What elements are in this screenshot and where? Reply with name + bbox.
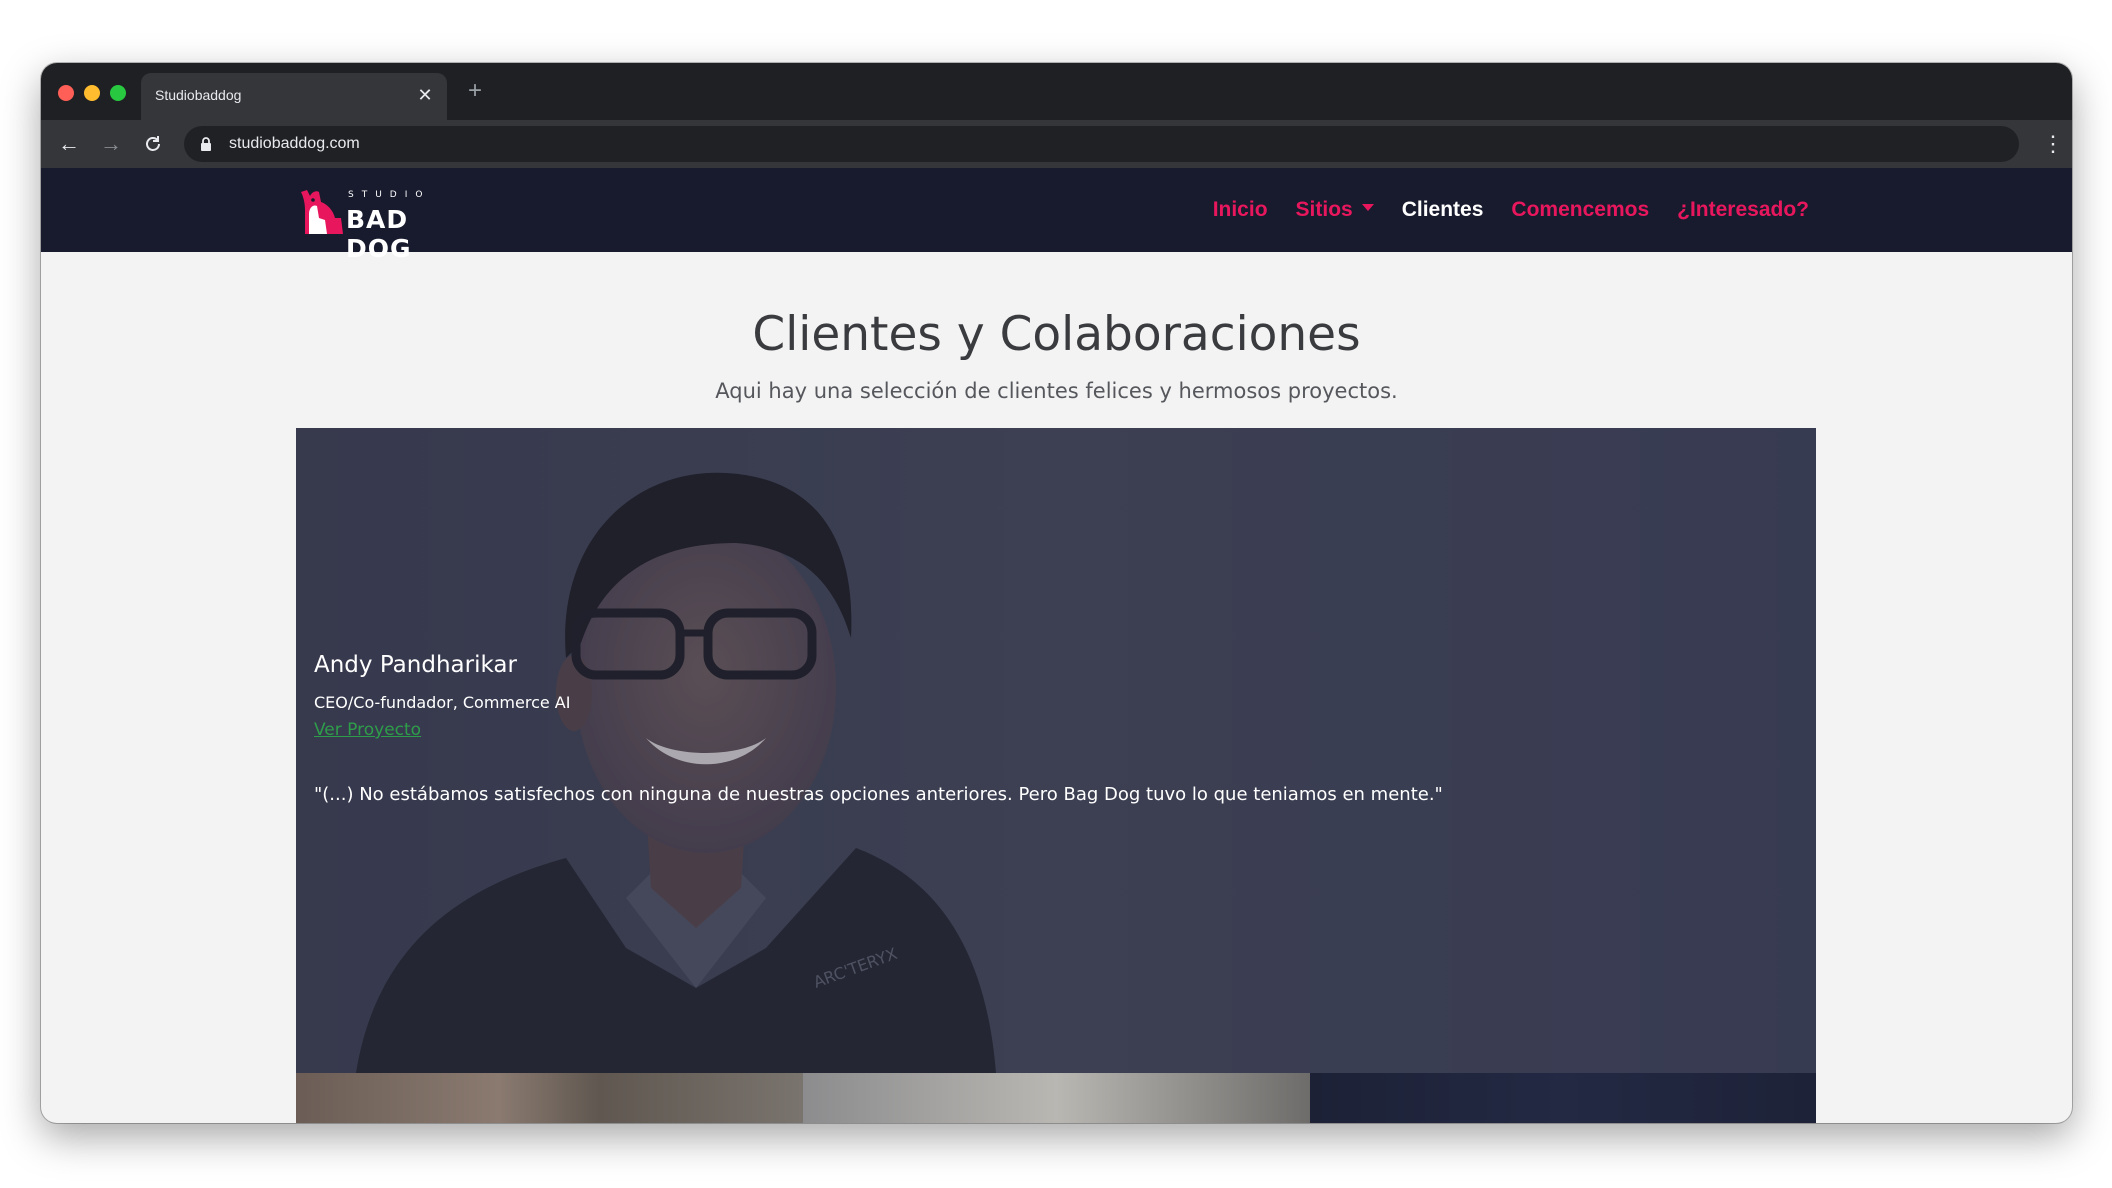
client-quote: "(...) No estábamos satisfechos con ning… <box>314 784 1443 805</box>
site-logo[interactable]: STUDIO BAD DOG <box>299 186 469 263</box>
logo-brand-text: BAD DOG <box>346 205 412 263</box>
hero-overlay <box>296 428 1816 1073</box>
close-window-button[interactable] <box>58 85 74 101</box>
project-thumbnail[interactable] <box>803 1073 1310 1123</box>
client-name: Andy Pandharikar <box>314 652 517 678</box>
tab-close-icon[interactable]: ✕ <box>415 85 435 105</box>
main-nav: Inicio Sitios Clientes Comencemos ¿Inter… <box>1213 168 1809 252</box>
browser-window: Studiobaddog ✕ + ← → studiobaddog.com ⋮ … <box>41 63 2072 1123</box>
nav-comencemos[interactable]: Comencemos <box>1511 198 1649 222</box>
logo-studio-text: STUDIO <box>348 190 431 200</box>
minimize-window-button[interactable] <box>84 85 100 101</box>
new-tab-icon[interactable]: + <box>463 79 487 103</box>
nav-interesado[interactable]: ¿Interesado? <box>1677 198 1809 222</box>
caret-down-icon <box>1361 203 1374 211</box>
page-subtitle: Aqui hay una selección de clientes felic… <box>715 379 1398 403</box>
page-title: Clientes y Colaboraciones <box>752 307 1361 362</box>
tab-title: Studiobaddog <box>155 87 242 103</box>
address-bar[interactable]: studiobaddog.com <box>184 126 2019 162</box>
browser-tab[interactable]: Studiobaddog ✕ <box>141 73 447 120</box>
nav-sitios-dropdown[interactable]: Sitios <box>1296 198 1374 222</box>
back-arrow-icon[interactable]: ← <box>55 130 83 158</box>
url-text: studiobaddog.com <box>229 135 360 152</box>
dog-logo-icon <box>301 190 343 234</box>
maximize-window-button[interactable] <box>110 85 126 101</box>
site-navbar: STUDIO BAD DOG Inicio Sitios Clientes Co… <box>41 168 2072 263</box>
tab-strip: Studiobaddog ✕ + <box>41 63 2072 120</box>
ver-proyecto-link[interactable]: Ver Proyecto <box>314 720 421 740</box>
nav-sitios-label: Sitios <box>1295 198 1353 221</box>
nav-clientes[interactable]: Clientes <box>1402 198 1484 222</box>
nav-inicio[interactable]: Inicio <box>1213 198 1268 222</box>
project-thumbnail[interactable] <box>296 1073 803 1123</box>
browser-toolbar: ← → studiobaddog.com ⋮ <box>41 120 2072 168</box>
testimonial-card: ARC'TERYX Andy Pandharikar CEO/Co-fundad… <box>296 428 1816 1073</box>
lock-icon <box>201 137 211 151</box>
forward-arrow-icon[interactable]: → <box>97 130 125 158</box>
project-thumbnails <box>296 1073 1816 1123</box>
reload-icon[interactable] <box>139 130 167 158</box>
client-role: CEO/Co-fundador, Commerce AI <box>314 693 571 712</box>
browser-menu-icon[interactable]: ⋮ <box>2042 130 2064 158</box>
project-thumbnail[interactable] <box>1310 1073 1816 1123</box>
